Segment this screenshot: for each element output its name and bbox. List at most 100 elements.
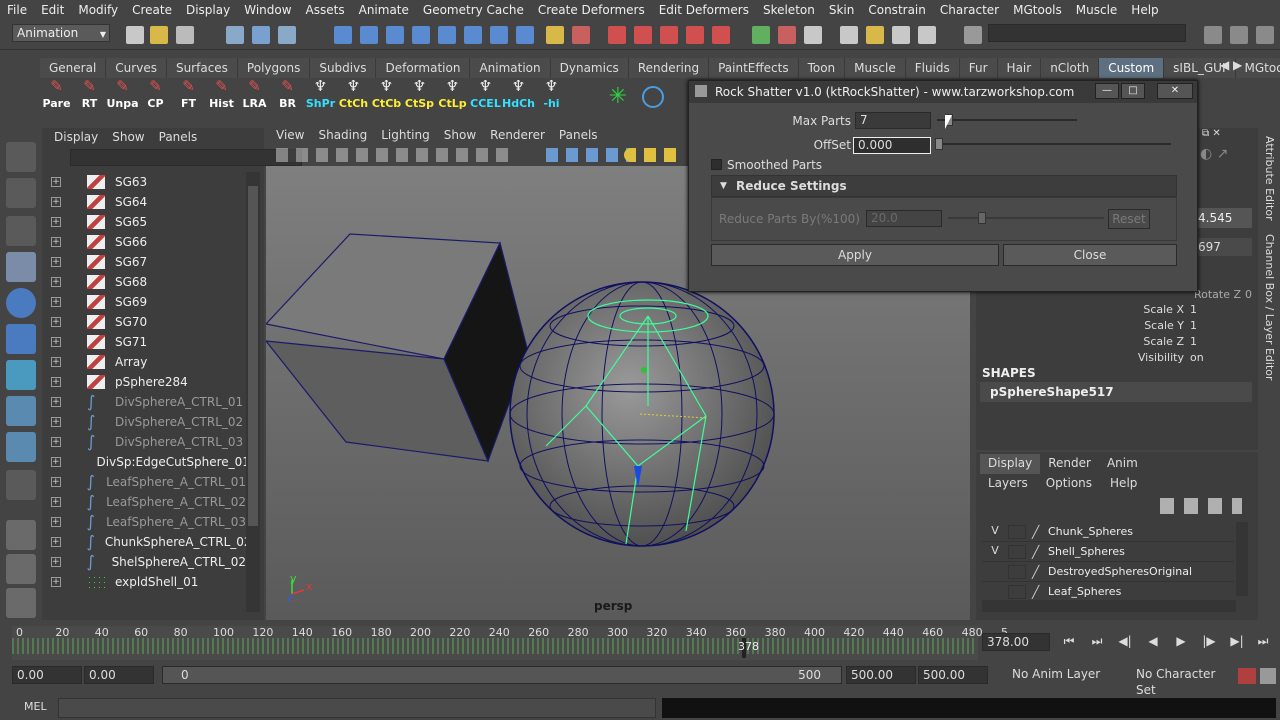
menu-skin[interactable]: Skin bbox=[822, 3, 862, 17]
panel-float-icon[interactable]: ⧉ ✕ bbox=[1202, 128, 1242, 140]
shelf-button-hist[interactable]: ✎ Hist bbox=[205, 78, 238, 112]
shelf-tab-fur[interactable]: Fur bbox=[959, 58, 998, 78]
shelf-button-rt[interactable]: ✎ RT bbox=[73, 78, 106, 112]
channel-value[interactable]: 1 bbox=[1190, 318, 1197, 334]
step-forward-key-icon[interactable]: |▶ bbox=[1200, 634, 1218, 650]
layer-row[interactable]: ╱ DestroyedSpheresOriginal bbox=[982, 562, 1234, 582]
shelf-button--hi[interactable]: ♆ -hi bbox=[535, 78, 568, 112]
menu-edit[interactable]: Edit bbox=[34, 3, 71, 17]
viewport-menu-shading[interactable]: Shading bbox=[318, 128, 367, 146]
attribute-editor-tab[interactable]: Attribute Editor bbox=[1263, 136, 1276, 221]
outliner-row[interactable]: + ∫ DivSphereA_CTRL_01 bbox=[42, 392, 246, 412]
menu-create-deformers[interactable]: Create Deformers bbox=[531, 3, 652, 17]
shelf-tab-painteffects[interactable]: PaintEffects bbox=[709, 58, 799, 78]
shelf-button-cp[interactable]: ✎ CP bbox=[139, 78, 172, 112]
expand-icon[interactable]: + bbox=[51, 277, 61, 287]
snap-plane-icon[interactable] bbox=[412, 26, 430, 44]
shelf-tab-dynamics[interactable]: Dynamics bbox=[550, 58, 629, 78]
apply-button[interactable]: Apply bbox=[711, 244, 999, 266]
playback-start-field[interactable]: 0.00 bbox=[84, 666, 154, 684]
outliner-row[interactable]: + DivSp:EdgeCutSphere_01 bbox=[42, 452, 250, 472]
expand-icon[interactable]: + bbox=[51, 537, 61, 547]
shelf-tab-deformation[interactable]: Deformation bbox=[376, 58, 471, 78]
layer-visibility-toggle[interactable]: V bbox=[986, 524, 1004, 540]
layer-tab-display[interactable]: Display bbox=[980, 454, 1041, 474]
select-tool-icon[interactable] bbox=[6, 142, 36, 172]
graph-editor-icon[interactable] bbox=[866, 26, 884, 44]
shelf-button-ft[interactable]: ✎ FT bbox=[172, 78, 205, 112]
shelf-tab-surfaces[interactable]: Surfaces bbox=[166, 58, 238, 78]
outliner-row[interactable]: + Array bbox=[42, 352, 246, 372]
play-backwards-icon[interactable]: ◀ bbox=[1144, 634, 1162, 650]
expand-icon[interactable]: + bbox=[51, 557, 61, 567]
shelf-tab-rendering[interactable]: Rendering bbox=[628, 58, 710, 78]
layout-grid-icon[interactable] bbox=[6, 520, 36, 550]
outliner-row[interactable]: + ∫ DivSphereA_CTRL_02 bbox=[42, 412, 246, 432]
current-frame-field[interactable]: 378.00 bbox=[982, 633, 1050, 651]
offset-slider[interactable] bbox=[937, 143, 1171, 145]
channel-row[interactable]: Visibility on bbox=[976, 350, 1252, 366]
expand-icon[interactable]: + bbox=[51, 377, 61, 387]
render-view-icon[interactable] bbox=[712, 26, 730, 44]
shelf-tab-animation[interactable]: Animation bbox=[470, 58, 551, 78]
outliner-icon[interactable] bbox=[892, 26, 910, 44]
expand-icon[interactable]: + bbox=[51, 297, 61, 307]
close-button[interactable]: Close bbox=[1003, 244, 1177, 266]
shelf-button-hdch[interactable]: ♆ HdCh bbox=[502, 78, 535, 112]
offset-slider-knob[interactable] bbox=[935, 138, 943, 150]
shelf-button-pare[interactable]: ✎ Pare bbox=[40, 78, 73, 112]
outliner-row[interactable]: + ∫ DivSphereA_CTRL_03 bbox=[42, 432, 246, 452]
expand-icon[interactable]: + bbox=[51, 577, 61, 587]
menu-muscle[interactable]: Muscle bbox=[1069, 3, 1125, 17]
layer-tab-render[interactable]: Render bbox=[1040, 454, 1099, 474]
layout-icon-2[interactable] bbox=[1230, 26, 1248, 44]
shelf-button-ccel[interactable]: ♆ CCEL bbox=[469, 78, 502, 112]
hypergraph-icon[interactable] bbox=[918, 26, 936, 44]
menu-help[interactable]: Help bbox=[1124, 3, 1165, 17]
layer-visibility-toggle[interactable]: V bbox=[986, 544, 1004, 560]
layer-playback-toggle[interactable] bbox=[1008, 564, 1026, 579]
channel-partial-value-1[interactable]: 4.545 bbox=[1196, 208, 1252, 228]
channel-box-tab[interactable]: Channel Box / Layer Editor bbox=[1263, 234, 1276, 381]
snap-point-icon[interactable] bbox=[386, 26, 404, 44]
camera-icon[interactable] bbox=[752, 26, 770, 44]
history-icon[interactable] bbox=[464, 26, 482, 44]
outliner-row[interactable]: + ∫ ShelSphereA_CTRL_02 bbox=[42, 552, 246, 572]
menu-geometry-cache[interactable]: Geometry Cache bbox=[416, 3, 531, 17]
expand-icon[interactable]: + bbox=[51, 437, 61, 447]
outliner-row[interactable]: + SG71 bbox=[42, 332, 246, 352]
outliner-row[interactable]: + SG64 bbox=[42, 192, 246, 212]
outliner-scrollbar[interactable] bbox=[246, 172, 260, 612]
auto-key-icon[interactable] bbox=[1238, 668, 1256, 684]
render-icon[interactable] bbox=[608, 26, 626, 44]
expand-icon[interactable]: + bbox=[51, 177, 61, 187]
layer-playback-toggle[interactable] bbox=[1008, 584, 1026, 599]
expand-icon[interactable]: + bbox=[51, 397, 61, 407]
outliner-row[interactable]: + SG69 bbox=[42, 292, 246, 312]
sphere-tool-icon[interactable] bbox=[6, 288, 36, 318]
expand-icon[interactable]: + bbox=[51, 457, 61, 467]
outliner-row[interactable]: + SG68 bbox=[42, 272, 246, 292]
menu-create[interactable]: Create bbox=[125, 3, 179, 17]
outliner-row[interactable]: + ∫ LeafSphere_A_CTRL_02 bbox=[42, 492, 246, 512]
expand-icon[interactable]: + bbox=[51, 477, 61, 487]
layer-row[interactable]: ╱ Leaf_Spheres bbox=[982, 582, 1234, 602]
shelf-scroll-icon[interactable]: ◀ ▶ bbox=[1220, 58, 1254, 78]
layer-h-scrollbar[interactable] bbox=[982, 600, 1236, 612]
shelf-tab-ncloth[interactable]: nCloth bbox=[1041, 58, 1100, 78]
outliner-row[interactable]: + ∫ LeafSphere_A_CTRL_03 bbox=[42, 512, 246, 532]
help-icon[interactable] bbox=[516, 26, 534, 44]
maximize-button[interactable]: □ bbox=[1121, 83, 1145, 99]
layer-color-icon[interactable]: ╱ bbox=[1032, 525, 1046, 539]
snap-grid-icon[interactable] bbox=[334, 26, 352, 44]
reduce-parts-field[interactable]: 20.0 bbox=[866, 210, 942, 227]
end-time-field[interactable]: 500.00 bbox=[918, 666, 988, 684]
open-scene-icon[interactable] bbox=[150, 26, 168, 44]
layer-scrollbar[interactable] bbox=[1236, 522, 1248, 596]
snap-curve-icon[interactable] bbox=[360, 26, 378, 44]
layer-row[interactable]: V ╱ Shell_Spheres bbox=[982, 542, 1234, 562]
shelf-tab-subdivs[interactable]: Subdivs bbox=[310, 58, 377, 78]
transform-icon[interactable] bbox=[778, 26, 796, 44]
menu-display[interactable]: Display bbox=[179, 3, 237, 17]
layout-icon-3[interactable] bbox=[1256, 26, 1274, 44]
